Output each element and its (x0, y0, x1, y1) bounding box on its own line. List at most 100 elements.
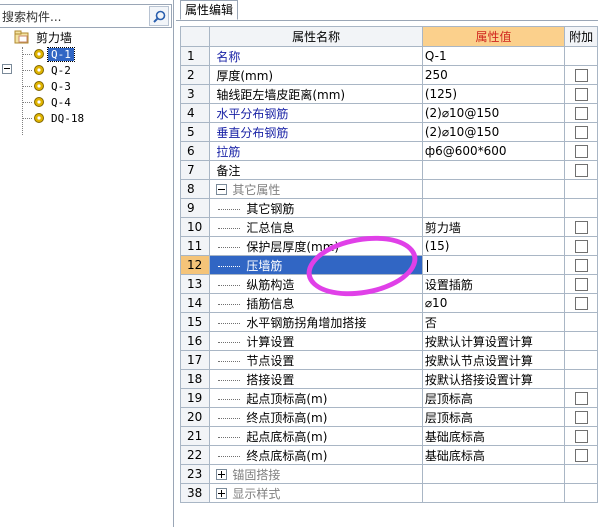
property-value[interactable]: 按默认节点设置计算 (421, 350, 566, 370)
property-value[interactable]: (15) (421, 236, 566, 256)
search-placeholder: 搜索构件... (2, 10, 62, 24)
expand-toggle[interactable] (216, 468, 228, 480)
extra-cell (564, 350, 598, 370)
tree-item-label: Q-1 (47, 47, 75, 62)
table-row[interactable]: 14 插筋信息 ⌀10 (179, 293, 598, 313)
property-value[interactable]: 基础底标高 (421, 445, 566, 465)
property-value[interactable]: ф6@600*600 (421, 141, 566, 161)
table-row[interactable]: 5 垂直分布钢筋 (2)⌀10@150 (179, 122, 598, 142)
tree-root-label: 剪力墙 (36, 31, 73, 45)
tab-property-edit[interactable]: 属性编辑 (180, 0, 239, 20)
property-name: 水平分布钢筋 (209, 103, 423, 123)
table-row[interactable]: 18 搭接设置 按默认搭接设置计算 (179, 369, 598, 389)
extra-checkbox[interactable] (574, 221, 588, 234)
row-number: 8 (179, 179, 211, 199)
table-row[interactable]: 13 纵筋构造 设置插筋 (179, 274, 598, 294)
column-header-value[interactable]: 属性值 (421, 26, 566, 47)
property-label: 节点设置 (246, 353, 295, 368)
row-number: 16 (179, 331, 211, 351)
table-row[interactable]: 22 终点底标高(m) 基础底标高 (179, 445, 598, 465)
extra-cell (564, 84, 598, 104)
property-value[interactable]: 基础底标高 (421, 426, 566, 446)
tree-item-dq-18[interactable]: DQ-18 (33, 110, 87, 126)
table-row[interactable]: 19 起点顶标高(m) 层顶标高 (179, 388, 598, 408)
extra-checkbox[interactable] (574, 297, 588, 310)
tree-item-q-3[interactable]: Q-3 (33, 78, 74, 94)
property-value[interactable]: (2)⌀10@150 (421, 103, 566, 123)
extra-checkbox[interactable] (574, 69, 588, 82)
extra-checkbox[interactable] (574, 430, 588, 443)
table-row[interactable]: 4 水平分布钢筋 (2)⌀10@150 (179, 103, 598, 123)
collapse-toggle[interactable] (216, 183, 228, 195)
table-row[interactable]: 20 终点顶标高(m) 层顶标高 (179, 407, 598, 427)
property-value[interactable]: 设置插筋 (421, 274, 566, 294)
row-number: 23 (179, 464, 211, 484)
search-box[interactable]: 搜索构件... (0, 4, 172, 28)
tree-item-q-1[interactable]: Q-1 (33, 46, 75, 62)
tree-item-q-2[interactable]: Q-2 (33, 62, 74, 78)
extra-checkbox[interactable] (574, 449, 588, 462)
table-row[interactable]: 21 起点底标高(m) 基础底标高 (179, 426, 598, 446)
collapse-toggle[interactable] (2, 64, 12, 74)
extra-checkbox[interactable] (574, 411, 588, 424)
property-value[interactable]: Q-1 (421, 46, 566, 66)
extra-checkbox[interactable] (574, 278, 588, 291)
extra-checkbox[interactable] (574, 240, 588, 253)
extra-checkbox[interactable] (574, 392, 588, 405)
gear-icon (34, 97, 44, 107)
property-value[interactable]: (125) (421, 84, 566, 104)
table-row[interactable]: 9 其它钢筋 (179, 198, 598, 218)
extra-cell (564, 312, 598, 332)
extra-checkbox[interactable] (574, 126, 588, 139)
table-row[interactable]: 6 拉筋 ф6@600*600 (179, 141, 598, 161)
extra-cell (564, 388, 598, 408)
property-value[interactable]: 剪力墙 (421, 217, 566, 237)
table-row[interactable]: 10 汇总信息 剪力墙 (179, 217, 598, 237)
extra-cell (564, 160, 598, 180)
extra-checkbox[interactable] (574, 145, 588, 158)
column-header-name[interactable]: 属性名称 (209, 26, 423, 47)
property-value-input[interactable] (421, 255, 566, 275)
expand-toggle[interactable] (216, 487, 228, 499)
table-row[interactable]: 15 水平钢筋拐角增加搭接 否 (179, 312, 598, 332)
extra-checkbox[interactable] (574, 107, 588, 120)
table-row[interactable]: 1 名称 Q-1 (179, 46, 598, 66)
extra-cell (564, 236, 598, 256)
table-row[interactable]: 17 节点设置 按默认节点设置计算 (179, 350, 598, 370)
property-value[interactable]: 层顶标高 (421, 407, 566, 427)
table-row-selected[interactable]: 12 压墙筋 (179, 255, 598, 275)
column-header-extra[interactable]: 附加 (564, 26, 598, 47)
property-value[interactable]: ⌀10 (421, 293, 566, 313)
property-value[interactable]: (2)⌀10@150 (421, 122, 566, 142)
property-label: 纵筋构造 (246, 277, 295, 292)
row-number: 5 (179, 122, 211, 142)
property-value[interactable]: 层顶标高 (421, 388, 566, 408)
property-value[interactable] (421, 198, 566, 218)
property-value[interactable]: 250 (421, 65, 566, 85)
property-name: 保护层厚度(mm) (209, 236, 423, 256)
table-row-group[interactable]: 8 其它属性 (179, 179, 598, 199)
property-value[interactable]: 否 (421, 312, 566, 332)
property-name: 纵筋构造 (209, 274, 423, 294)
extra-checkbox[interactable] (574, 259, 588, 272)
table-row[interactable]: 3 轴线距左墙皮距离(mm) (125) (179, 84, 598, 104)
property-value[interactable]: 按默认搭接设置计算 (421, 369, 566, 389)
table-row-group[interactable]: 23 锚固搭接 (179, 464, 598, 484)
tree-item-q-4[interactable]: Q-4 (33, 94, 74, 110)
property-group-name: 其它属性 (209, 179, 423, 199)
table-row-group[interactable]: 38 显示样式 (179, 483, 598, 503)
extra-checkbox[interactable] (574, 88, 588, 101)
table-row[interactable]: 2 厚度(mm) 250 (179, 65, 598, 85)
table-row[interactable]: 11 保护层厚度(mm) (15) (179, 236, 598, 256)
tree-root-shear-wall[interactable]: 剪力墙 (14, 30, 75, 46)
row-number: 10 (179, 217, 211, 237)
row-number: 12 (179, 255, 211, 275)
property-value[interactable] (421, 160, 566, 180)
extra-checkbox[interactable] (574, 164, 588, 177)
table-row[interactable]: 7 备注 (179, 160, 598, 180)
search-button[interactable] (149, 6, 169, 26)
extra-cell (564, 65, 598, 85)
property-value[interactable]: 按默认计算设置计算 (421, 331, 566, 351)
extra-cell (564, 255, 598, 275)
table-row[interactable]: 16 计算设置 按默认计算设置计算 (179, 331, 598, 351)
